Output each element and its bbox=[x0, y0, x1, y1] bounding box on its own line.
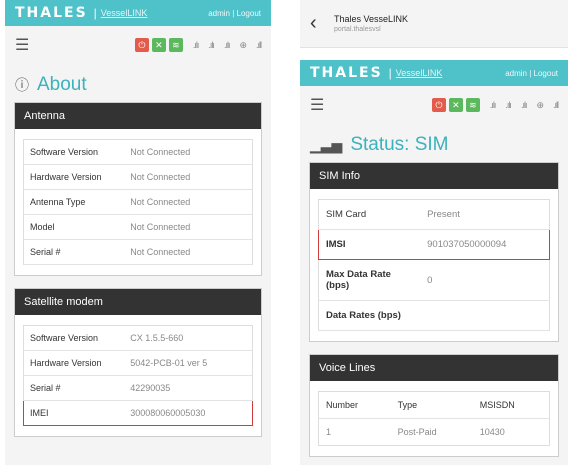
product-name: VesselLINK bbox=[395, 68, 443, 78]
signal-bars-icon: .ılı bbox=[520, 100, 527, 110]
antenna-panel: Antenna Software Version Not Connected Ha… bbox=[14, 102, 262, 276]
brand-bar: THALES | VesselLINK admin | Logout bbox=[300, 60, 568, 86]
info-icon: ⓘ bbox=[15, 77, 29, 93]
thales-logo: THALES bbox=[310, 65, 383, 81]
signal-bars-icon: .ılı bbox=[208, 40, 214, 50]
panel-heading: Antenna bbox=[15, 103, 261, 129]
panel-heading: Satellite modem bbox=[15, 289, 261, 315]
product-name: VesselLINK bbox=[100, 8, 148, 18]
status-icons: ⏻ ✕ ≋ .ılı .ılı .ılı ⊕ .ıll bbox=[431, 98, 559, 112]
gps-icon: ⊕ bbox=[536, 99, 543, 110]
table-row: Serial # Not Connected bbox=[23, 239, 253, 265]
brand-bar: THALES | VesselLINK admin | Logout bbox=[5, 0, 271, 26]
signal-bars-icon: .ılı bbox=[489, 100, 496, 110]
wifi-icon: ≋ bbox=[465, 98, 480, 112]
imei-row-highlighted: IMEI 300080060005030 bbox=[23, 400, 254, 426]
modem-table: Software Version CX 1.5.5-660 Hardware Ve… bbox=[23, 325, 254, 426]
table-header-row: Number Type MSISDN bbox=[318, 391, 550, 419]
sim-info-table: SIM Card Present IMSI 901037050000094 Max … bbox=[318, 199, 551, 331]
antenna-table: Software Version Not Connected Hardware V… bbox=[23, 139, 253, 265]
sim-info-panel: SIM Info SIM Card Present IMSI 90103705000… bbox=[309, 162, 559, 342]
menu-icon[interactable]: ☰ bbox=[15, 35, 35, 55]
user-logout-link[interactable]: admin | Logout bbox=[208, 9, 261, 18]
page-title: ▁▃▅ Status: SIM bbox=[310, 134, 449, 155]
signal-bars-icon: .ılı bbox=[505, 100, 511, 110]
thales-logo: THALES bbox=[15, 5, 88, 21]
satellite-icon: ✕ bbox=[151, 38, 166, 52]
signal-bars-icon: .ılı bbox=[223, 40, 230, 50]
table-row: Hardware Version Not Connected bbox=[23, 164, 253, 190]
imsi-row-highlighted: IMSI 901037050000094 bbox=[318, 229, 551, 260]
sim-status-screen: ‹ Thales VesseLINK portal.thalesvsl THAL… bbox=[300, 0, 568, 465]
status-toolbar: ☰ ⏻ ✕ ≋ .ılı .ılı .ılı ⊕ .ıll bbox=[5, 26, 271, 64]
table-row: Serial #42290035 bbox=[23, 375, 253, 401]
voice-lines-table: Number Type MSISDN 1 Post-Paid 10430 bbox=[318, 391, 550, 446]
app-url: portal.thalesvsl bbox=[334, 26, 381, 33]
column-header: Type bbox=[390, 391, 473, 419]
status-toolbar: ☰ ⏻ ✕ ≋ .ılı .ılı .ılı ⊕ .ıll bbox=[300, 86, 568, 124]
satellite-modem-panel: Satellite modem Software Version CX 1.5.5… bbox=[14, 288, 262, 437]
signal-bars-icon: .ılı bbox=[192, 40, 199, 50]
table-row: Max Data Rate (bps) 0 bbox=[318, 259, 550, 301]
table-row: Antenna Type Not Connected bbox=[23, 189, 253, 215]
power-icon: ⏻ bbox=[431, 98, 446, 112]
back-chevron-icon[interactable]: ‹ bbox=[310, 12, 334, 35]
panel-heading: Voice Lines bbox=[310, 355, 558, 381]
wifi-icon: ≋ bbox=[168, 38, 183, 52]
about-screen: THALES | VesselLINK admin | Logout ☰ ⏻ ✕… bbox=[5, 0, 271, 465]
table-row: Hardware Version 5042-PCB-01 ver 5 bbox=[23, 350, 253, 376]
browser-top-bar: ‹ Thales VesseLINK portal.thalesvsl bbox=[300, 0, 568, 48]
cell-signal-icon: .ıll bbox=[256, 40, 262, 50]
table-row: Software Version Not Connected bbox=[23, 139, 253, 165]
gps-icon: ⊕ bbox=[239, 39, 246, 50]
table-row: Data Rates (bps) bbox=[318, 300, 550, 331]
panel-heading: SIM Info bbox=[310, 163, 558, 189]
power-icon: ⏻ bbox=[134, 38, 149, 52]
table-row: Software Version CX 1.5.5-660 bbox=[23, 325, 253, 351]
status-icons: ⏻ ✕ ≋ .ılı .ılı .ılı ⊕ .ıll bbox=[134, 38, 262, 52]
table-row: Model Not Connected bbox=[23, 214, 253, 240]
column-header: MSISDN bbox=[472, 391, 550, 419]
bar-chart-icon: ▁▃▅ bbox=[310, 136, 343, 153]
page-title: ⓘ About bbox=[15, 74, 87, 95]
user-logout-link[interactable]: admin | Logout bbox=[505, 69, 558, 78]
satellite-icon: ✕ bbox=[448, 98, 463, 112]
table-row: 1 Post-Paid 10430 bbox=[326, 427, 505, 437]
voice-lines-panel: Voice Lines Number Type MSISDN 1 Post-Pa… bbox=[309, 354, 559, 457]
column-header: Number bbox=[318, 391, 391, 419]
table-row: SIM Card Present bbox=[318, 199, 550, 230]
app-title: Thales VesseLINK bbox=[334, 14, 409, 24]
menu-icon[interactable]: ☰ bbox=[310, 95, 330, 115]
cell-signal-icon: .ıll bbox=[553, 100, 559, 110]
